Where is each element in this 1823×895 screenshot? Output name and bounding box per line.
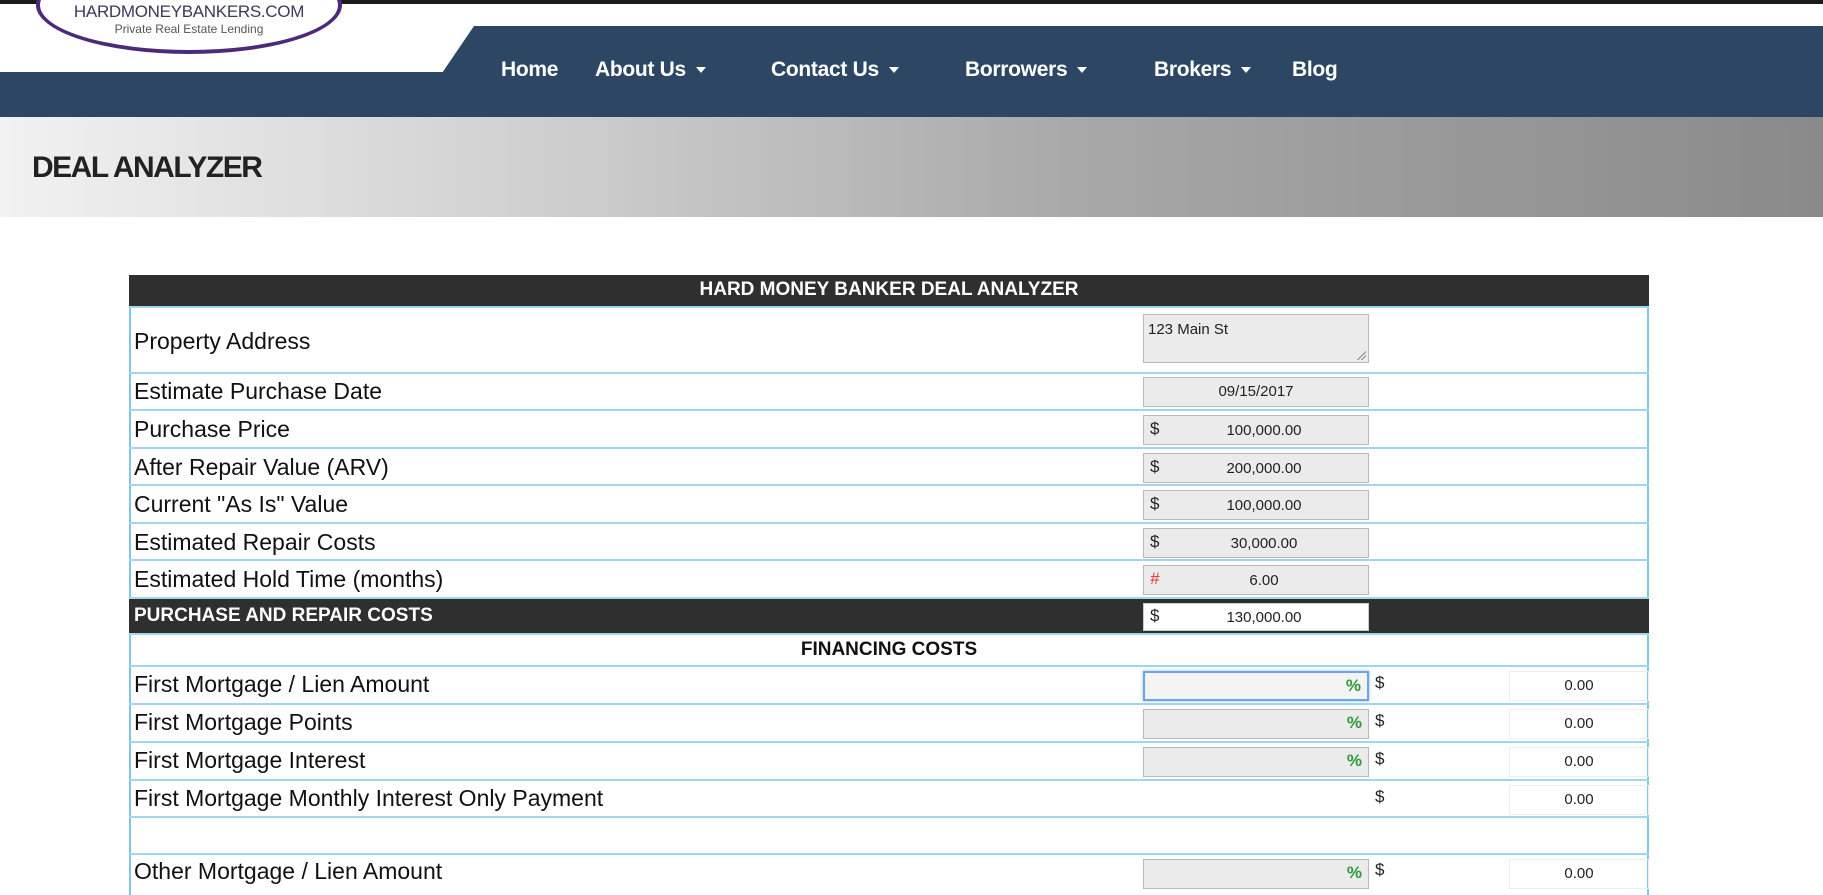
logo-title: HARDMONEYBANKERS.COM (73, 2, 305, 21)
nav-contact-us-label: Contact Us (771, 58, 879, 81)
row-first-mortgage-interest: First Mortgage Interest % $ 0.00 (129, 743, 1649, 781)
other-mortgage-lien-amount: 0.00 (1509, 859, 1649, 889)
first-mortgage-points-label: First Mortgage Points (134, 709, 353, 735)
row-hold-time: Estimated Hold Time (months) # 6.00 (129, 561, 1649, 599)
dollar-sign-icon: $ (1375, 860, 1385, 879)
hold-time-input[interactable]: # 6.00 (1143, 565, 1369, 595)
chevron-down-icon (695, 67, 706, 74)
other-mortgage-lien-pct-input[interactable]: % (1143, 859, 1369, 889)
property-address-value: 123 Main St (1148, 321, 1229, 338)
property-address-input[interactable]: 123 Main St (1143, 314, 1369, 363)
arv-label: After Repair Value (ARV) (134, 454, 389, 480)
page-title: DEAL ANALYZER (32, 151, 263, 184)
nav-about-us[interactable]: About Us (595, 58, 706, 82)
dollar-sign-icon: $ (1150, 494, 1160, 513)
row-property-address: Property Address 123 Main St (129, 308, 1649, 374)
hold-time-value: 6.00 (1249, 572, 1279, 589)
first-mortgage-lien-label: First Mortgage / Lien Amount (134, 671, 430, 697)
first-mortgage-monthly-payment-label: First Mortgage Monthly Interest Only Pay… (134, 785, 604, 811)
property-address-label: Property Address (134, 328, 311, 354)
main-nav: Home About Us Contact Us Borrowers Broke… (0, 58, 1823, 88)
chevron-down-icon (888, 67, 899, 74)
first-mortgage-interest-amount: 0.00 (1509, 747, 1649, 777)
percent-icon: % (1346, 863, 1362, 882)
dollar-sign-icon: $ (1150, 419, 1160, 438)
dollar-sign-icon: $ (1375, 711, 1385, 730)
nav-borrowers[interactable]: Borrowers (965, 58, 1088, 82)
dollar-sign-icon: $ (1150, 606, 1160, 625)
analyzer-title-row: HARD MONEY BANKER DEAL ANALYZER (129, 275, 1649, 308)
row-first-mortgage-points: First Mortgage Points % $ 0.00 (129, 705, 1649, 743)
row-purchase-date: Estimate Purchase Date 09/15/2017 (129, 374, 1649, 411)
percent-icon: % (1346, 713, 1362, 732)
first-mortgage-interest-pct-input[interactable]: % (1143, 747, 1369, 777)
chevron-down-icon (1241, 67, 1252, 74)
hold-time-label: Estimated Hold Time (months) (134, 566, 444, 592)
purchase-repair-costs-value: 130,000.00 (1226, 609, 1302, 626)
row-other-mortgage-lien: Other Mortgage / Lien Amount % $ 0.00 (129, 855, 1649, 895)
row-arv: After Repair Value (ARV) $ 200,000.00 (129, 449, 1649, 486)
spacer-row (129, 818, 1649, 855)
purchase-repair-costs-label: PURCHASE AND REPAIR COSTS (134, 605, 433, 626)
percent-icon: % (1345, 676, 1361, 695)
purchase-date-input[interactable]: 09/15/2017 (1143, 377, 1369, 407)
repair-costs-input[interactable]: $ 30,000.00 (1143, 528, 1369, 558)
dollar-sign-icon: $ (1150, 532, 1160, 551)
resize-handle-icon[interactable] (1356, 350, 1366, 360)
row-purchase-price: Purchase Price $ 100,000.00 (129, 411, 1649, 449)
analyzer-title: HARD MONEY BANKER DEAL ANALYZER (699, 279, 1079, 300)
percent-icon: % (1346, 751, 1362, 770)
dollar-sign-icon: $ (1375, 749, 1385, 768)
nav-brokers[interactable]: Brokers (1154, 58, 1252, 82)
row-first-mortgage-lien: First Mortgage / Lien Amount % $ 0.00 (129, 667, 1649, 705)
row-as-is-value: Current "As Is" Value $ 100,000.00 (129, 486, 1649, 524)
nav-borrowers-label: Borrowers (965, 58, 1068, 81)
as-is-value-input[interactable]: $ 100,000.00 (1143, 490, 1369, 520)
first-mortgage-points-amount: 0.00 (1509, 709, 1649, 739)
purchase-repair-costs-output: $ 130,000.00 (1143, 603, 1369, 631)
purchase-date-value: 09/15/2017 (1218, 383, 1294, 400)
first-mortgage-lien-amount: 0.00 (1509, 671, 1649, 701)
dollar-sign-icon: $ (1375, 673, 1385, 692)
row-repair-costs: Estimated Repair Costs $ 30,000.00 (129, 524, 1649, 561)
dollar-sign-icon: $ (1150, 457, 1160, 476)
hash-icon: # (1150, 569, 1160, 588)
as-is-value: 100,000.00 (1226, 497, 1302, 514)
purchase-price-input[interactable]: $ 100,000.00 (1143, 415, 1369, 445)
nav-contact-us[interactable]: Contact Us (771, 58, 899, 82)
title-band (0, 117, 1823, 217)
site-logo[interactable]: HARDMONEYBANKERS.COM Private Real Estate… (36, 0, 342, 54)
financing-costs-header-row: FINANCING COSTS (129, 635, 1649, 667)
row-purchase-repair-costs: PURCHASE AND REPAIR COSTS $ 130,000.00 (129, 599, 1649, 635)
purchase-date-label: Estimate Purchase Date (134, 378, 383, 404)
purchase-price-label: Purchase Price (134, 416, 290, 442)
nav-brokers-label: Brokers (1154, 58, 1232, 81)
repair-costs-value: 30,000.00 (1230, 535, 1298, 552)
nav-blog[interactable]: Blog (1292, 58, 1338, 82)
first-mortgage-points-pct-input[interactable]: % (1143, 709, 1369, 739)
repair-costs-label: Estimated Repair Costs (134, 529, 376, 555)
arv-input[interactable]: $ 200,000.00 (1143, 453, 1369, 483)
financing-costs-header: FINANCING COSTS (800, 639, 978, 660)
row-first-mortgage-monthly-payment: First Mortgage Monthly Interest Only Pay… (129, 781, 1649, 818)
first-mortgage-monthly-payment-amount: 0.00 (1509, 785, 1649, 815)
as-is-value-label: Current "As Is" Value (134, 491, 349, 517)
arv-value: 200,000.00 (1226, 460, 1302, 477)
chevron-down-icon (1077, 67, 1088, 74)
nav-about-us-label: About Us (595, 58, 686, 81)
dollar-sign-icon: $ (1375, 787, 1385, 806)
logo-subtitle: Private Real Estate Lending (114, 22, 264, 36)
first-mortgage-interest-label: First Mortgage Interest (134, 747, 366, 773)
first-mortgage-lien-pct-input[interactable]: % (1143, 671, 1369, 701)
nav-home[interactable]: Home (501, 58, 558, 82)
other-mortgage-lien-label: Other Mortgage / Lien Amount (134, 858, 443, 884)
purchase-price-value: 100,000.00 (1226, 422, 1302, 439)
